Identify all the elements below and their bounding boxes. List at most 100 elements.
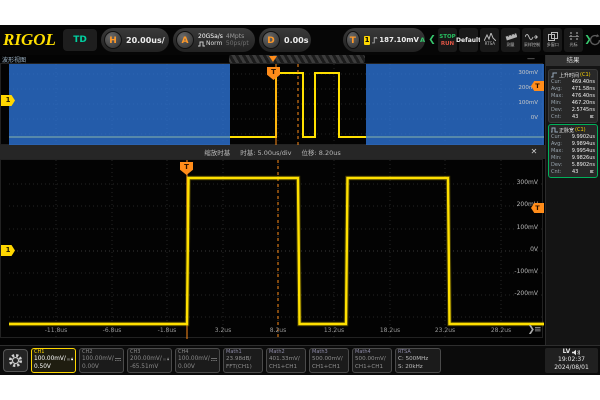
acquisition-control[interactable]: A 20GSa/s Norm 4Mpts 50ps/pt — [173, 28, 255, 52]
rigol-logo: RIGOL — [3, 30, 56, 50]
channel-box-ch1[interactable]: CH1 100.00mV/ 0.50V — [31, 348, 76, 373]
channel-box-ch4[interactable]: CH4 100.00mV/ 0.00V — [175, 348, 220, 373]
waveform-window: 波形视图 — — [0, 55, 545, 345]
multi-window-label: 多窗口 — [546, 42, 558, 47]
time-label: 28.2us — [483, 327, 519, 334]
min-value: 467.20ns — [572, 100, 595, 107]
multi-window-button[interactable]: 多窗口 — [543, 28, 562, 52]
rise-time-icon — [551, 72, 558, 78]
rtsa-span: S: 20kHz — [398, 363, 438, 371]
cur-value: 9.9902us — [572, 134, 595, 141]
avg-value: 471.58ns — [572, 86, 595, 93]
histogram-flag-icon[interactable] — [589, 169, 595, 175]
overview-grid: T 300mV 200mV 100mV 0V T 1 — [0, 63, 543, 145]
rtsa-spectrum-icon — [484, 33, 496, 41]
acquisition-knob[interactable]: A — [176, 31, 194, 49]
delay-control[interactable]: D 0.00s — [259, 28, 311, 52]
oscilloscope-screen: RIGOL TD H 20.00us/ A 20GSa/s Norm 4Mpts… — [0, 25, 600, 375]
top-toolbar: RIGOL TD H 20.00us/ A 20GSa/s Norm 4Mpts… — [0, 25, 600, 55]
cursor-button[interactable]: 光标 — [564, 28, 583, 52]
time-label: 3.2us — [205, 327, 241, 334]
avg-value: 9.9894us — [572, 141, 595, 148]
math-box-math1[interactable]: Math1 23.98dB/ FFT(CH1) — [223, 348, 263, 373]
min-value: 9.9826us — [572, 155, 595, 162]
trigger-control[interactable]: T 1 187.10mV A — [343, 28, 425, 52]
zoom-close-button[interactable]: ✕ — [528, 146, 540, 158]
menu-gear-button[interactable] — [3, 349, 28, 372]
dev-value: 2.5745ns — [572, 107, 595, 114]
math-box-math2[interactable]: Math2 401.33mV/ CH1+CH1 — [266, 348, 306, 373]
system-date: 2024/08/01 — [545, 364, 598, 372]
math-box-math4[interactable]: Math4 500.00mV/ CH1+CH1 — [352, 348, 392, 373]
delay-value: 0.00s — [284, 36, 309, 45]
math-scale: 23.98dB/ — [226, 355, 260, 363]
delay-knob[interactable]: D — [262, 31, 280, 49]
main-grid: T 300mV 200mV 100mV 0V -100mV -200mV T 1… — [0, 159, 543, 338]
channel-box-ch2[interactable]: CH2 100.00mV/ 0.00V — [79, 348, 124, 373]
rtsa-box[interactable]: RTSA C: 500MHz S: 20kHz — [395, 348, 441, 373]
dev-value: 5.8902ns — [572, 162, 595, 169]
screenshot-root: { "toolbar": { "logo": "RIGOL", "trigger… — [0, 0, 600, 400]
sound-icon — [572, 349, 580, 356]
zoom-timebase-title: 缩放时基 — [204, 147, 230, 157]
rtsa-label: RTSA — [484, 42, 494, 47]
measurement-card-pulse-width[interactable]: 正脉宽 (C1) Cur:9.9902us Avg:9.9894us Max:9… — [548, 124, 598, 178]
max-value: 9.9954us — [572, 148, 595, 155]
cursor-icon — [569, 32, 579, 41]
main-volt-label: -100mV — [498, 268, 538, 275]
cursor-label: 光标 — [569, 42, 577, 47]
stop-label: STOP — [439, 34, 455, 40]
trigger-coupling: A — [420, 36, 425, 44]
waveform-arrow-icon — [525, 33, 538, 41]
trigger-position-marker[interactable] — [269, 56, 277, 62]
math-expression: CH1+CH1 — [355, 363, 389, 371]
toolbar-collapse-arrow[interactable]: ❮ — [428, 30, 436, 50]
unzoomed-region-left[interactable] — [9, 64, 230, 146]
zoom-window-handle[interactable] — [229, 55, 365, 63]
waveform-view-tab[interactable]: 波形视图 — [2, 55, 72, 63]
results-title: 结果 — [546, 55, 600, 66]
bottom-status-bar: CH1 100.00mV/ 0.50V CH2 100.00mV/ 0.00V … — [0, 345, 600, 375]
channel-offset: 0.00V — [82, 363, 121, 371]
horizontal-knob[interactable]: H — [104, 31, 122, 49]
channel-box-ch3[interactable]: CH3 200.00mV/ -65.51mV — [127, 348, 172, 373]
overview-volt-label: 100mV — [504, 100, 538, 106]
histogram-flag-icon[interactable] — [589, 114, 595, 120]
sample-rate: 20GSa/s — [198, 33, 223, 40]
lock-icon — [71, 356, 73, 362]
default-label: Default — [456, 37, 481, 44]
cur-value: 469.40ns — [572, 79, 595, 86]
measurement-name: 上升时间 — [559, 72, 579, 79]
channel-offset: 0.50V — [34, 363, 73, 371]
measure-button[interactable]: 测量 — [501, 28, 520, 52]
channel-scale: 100.00mV/ — [82, 355, 114, 363]
rtsa-button[interactable]: RTSA — [480, 28, 499, 52]
trigger-knob[interactable]: T — [346, 31, 360, 49]
stop-run-button[interactable]: STOP RUN — [438, 28, 457, 52]
trigger-level-value: 187.10mV — [379, 36, 419, 44]
math-box-math3[interactable]: Math3 500.00mV/ CH1+CH1 — [309, 348, 349, 373]
refresh-icon[interactable] — [588, 33, 600, 47]
window-minimize-button[interactable]: — — [524, 55, 538, 63]
dc-coupling-icon — [211, 357, 217, 362]
results-sidebar: 结果 上升时间 (C1) Cur:469.40ns Avg:471.58ns M… — [545, 55, 600, 345]
multi-window-icon — [548, 32, 558, 41]
channel-offset: -65.51mV — [130, 363, 169, 371]
trigger-status-badge[interactable]: TD — [63, 29, 97, 51]
memory-depth: 4Mpts — [226, 33, 249, 40]
menu-expand-icon[interactable]: ❯≡ — [524, 323, 544, 337]
default-button[interactable]: Default — [459, 28, 478, 52]
dc-coupling-icon — [67, 357, 70, 362]
measure-label: 测量 — [506, 42, 514, 47]
acquire-mode-icon — [198, 41, 205, 47]
measurement-card-rise-time[interactable]: 上升时间 (C1) Cur:469.40ns Avg:471.58ns Max:… — [548, 69, 598, 123]
system-status-box[interactable]: LV 19:02:37 2024/08/01 — [545, 348, 598, 373]
math-scale: 401.33mV/ — [269, 355, 303, 363]
zoom-offset-value: 位移: 8.20us — [301, 147, 340, 157]
measurement-source: (C1) — [580, 72, 591, 78]
channel-scale: 100.00mV/ — [34, 355, 66, 363]
sample-control-button[interactable]: 采样控制 — [522, 28, 541, 52]
rising-edge-icon — [372, 35, 378, 45]
zoom-timebase-bar[interactable]: 缩放时基 时基: 5.00us/div 位移: 8.20us — [0, 145, 545, 159]
horizontal-scale-control[interactable]: H 20.00us/ — [101, 28, 169, 52]
